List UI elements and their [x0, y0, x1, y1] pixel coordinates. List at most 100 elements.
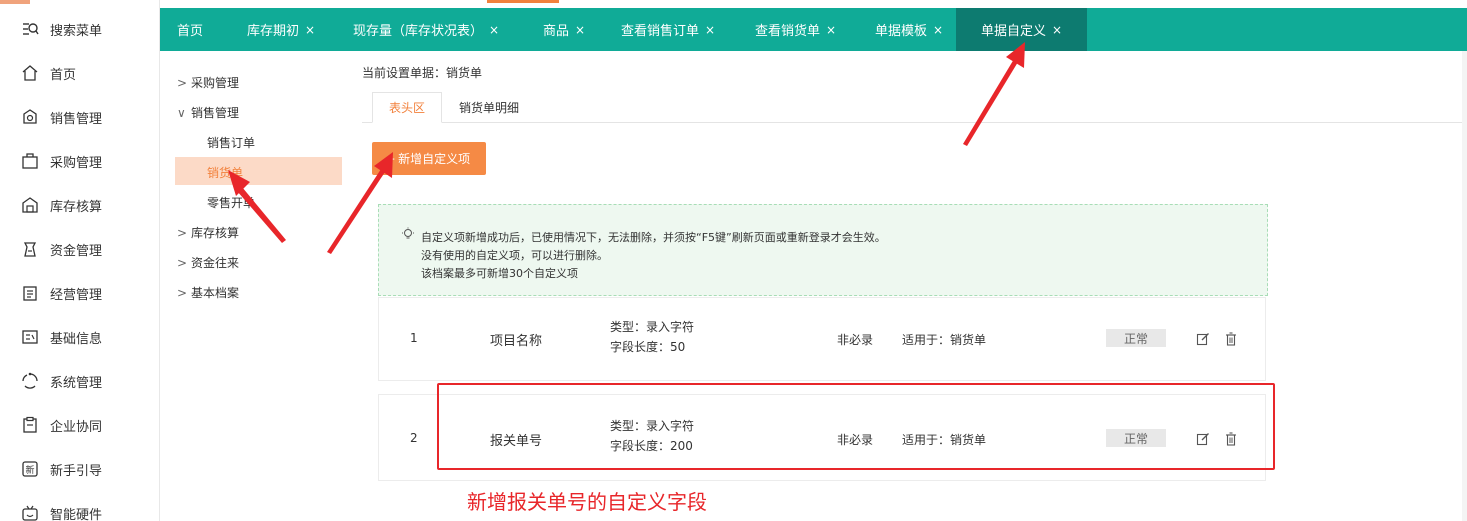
edit-icon[interactable]	[1196, 332, 1210, 346]
chevron-down-icon: ∨	[177, 106, 186, 120]
tree-label: 销售订单	[207, 136, 256, 150]
tab-view-delivery-note[interactable]: 查看销货单 ×	[755, 8, 836, 51]
sidebar-item-hardware[interactable]: 智能硬件	[0, 501, 159, 521]
tree-item-basic-archive[interactable]: > 基本档案	[177, 284, 239, 301]
tab-bar: 首页 库存期初 × 现存量（库存状况表） × 商品 × 查看销售订单 × 查看销…	[160, 8, 1467, 51]
field-applies-to: 适用于：销货单	[902, 333, 987, 347]
notice-line: 自定义项新增成功后，已使用情况下，无法删除，并须按“F5键”刷新页面或重新登录才…	[421, 231, 886, 244]
sidebar-item-operations[interactable]: 经营管理	[0, 281, 159, 305]
tree-item-retail[interactable]: 零售开单	[207, 194, 255, 211]
sidebar-item-label: 经营管理	[50, 287, 103, 303]
tree-item-delivery-note[interactable]: 销货单	[207, 164, 243, 181]
tree-item-funds[interactable]: > 资金往来	[177, 254, 239, 271]
tab-home[interactable]: 首页	[177, 8, 203, 51]
notice-line: 没有使用的自定义项，可以进行删除。	[421, 249, 608, 262]
tab-stock-status[interactable]: 现存量（库存状况表） ×	[353, 8, 499, 51]
chevron-right-icon: >	[177, 226, 188, 240]
close-icon[interactable]: ×	[933, 23, 943, 37]
left-sidebar: 搜索菜单 首页 销售管理 采购管理 库存核算 资金管理 经营管理 基础信息 系统…	[0, 0, 160, 521]
tab-view-sales-order[interactable]: 查看销售订单 ×	[621, 8, 715, 51]
sidebar-item-label: 资金管理	[50, 243, 103, 259]
tab-products[interactable]: 商品 ×	[543, 8, 585, 51]
tab-label: 首页	[177, 24, 204, 39]
sidebar-item-inventory[interactable]: 库存核算	[0, 193, 159, 217]
tree-item-purchase[interactable]: > 采购管理	[177, 74, 239, 91]
tab-label: 表头区	[388, 101, 425, 115]
sidebar-item-label: 首页	[50, 67, 77, 83]
hardware-icon	[22, 505, 38, 521]
close-icon[interactable]: ×	[575, 23, 585, 37]
tab-inventory-opening[interactable]: 库存期初 ×	[247, 8, 315, 51]
field-index: 1	[410, 331, 418, 345]
sidebar-item-funds[interactable]: 资金管理	[0, 237, 159, 261]
sidebar-item-sales[interactable]: 销售管理	[0, 105, 159, 129]
svg-text:新: 新	[25, 464, 34, 476]
close-icon[interactable]: ×	[489, 23, 499, 37]
tab-document-custom[interactable]: 单据自定义 ×	[956, 8, 1088, 51]
warehouse-icon	[22, 197, 38, 213]
tree-item-sales-order[interactable]: 销售订单	[207, 134, 255, 151]
sidebar-item-basic-info[interactable]: 基础信息	[0, 325, 159, 349]
system-icon	[22, 372, 38, 389]
tree-label: 销货单	[207, 166, 244, 180]
close-icon[interactable]: ×	[1052, 23, 1062, 37]
tree-label: 销售管理	[191, 106, 240, 120]
sidebar-item-label: 库存核算	[50, 199, 103, 215]
tab-label: 销货单明细	[458, 101, 519, 115]
app-window: 搜索菜单 首页 销售管理 采购管理 库存核算 资金管理 经营管理 基础信息 系统…	[0, 0, 1467, 521]
search-menu-icon	[23, 23, 39, 35]
sidebar-item-purchase[interactable]: 采购管理	[0, 149, 159, 173]
close-icon[interactable]: ×	[826, 23, 836, 37]
tree-selected-highlight	[175, 157, 342, 185]
sales-icon	[23, 109, 37, 124]
money-icon	[23, 242, 37, 257]
home-icon	[22, 65, 38, 81]
guide-icon: 新	[22, 461, 38, 477]
tree-label: 资金往来	[191, 256, 240, 270]
arrow-to-custom-tab	[963, 42, 1025, 146]
tab-document-template[interactable]: 单据模板 ×	[875, 8, 943, 51]
field-length: 字段长度：50	[610, 340, 686, 354]
sidebar-item-home[interactable]: 首页	[0, 61, 159, 85]
chevron-right-icon: >	[177, 286, 188, 300]
notice-box: 自定义项新增成功后，已使用情况下，无法删除，并须按“F5键”刷新页面或重新登录才…	[378, 204, 1268, 296]
tab-delivery-detail[interactable]: 销货单明细	[446, 92, 532, 123]
tab-header-area[interactable]: 表头区	[372, 92, 442, 123]
sidebar-item-label: 采购管理	[50, 155, 103, 171]
sidebar-item-search-menu[interactable]: 搜索菜单	[0, 17, 159, 41]
tab-label: 库存期初	[247, 24, 300, 39]
collab-icon	[23, 416, 37, 433]
sidebar-item-label: 基础信息	[50, 331, 103, 347]
chevron-right-icon: >	[177, 76, 188, 90]
add-custom-item-button[interactable]: + 新增自定义项	[372, 142, 486, 175]
tab-label: 查看销售订单	[621, 24, 700, 39]
tab-label: 查看销货单	[755, 24, 821, 39]
tree-item-sales[interactable]: ∨ 销售管理	[177, 104, 239, 121]
scrollbar-track[interactable]	[1462, 51, 1467, 521]
sidebar-item-label: 新手引导	[50, 463, 103, 479]
tab-label: 商品	[543, 24, 570, 39]
status-badge: 正常	[1106, 329, 1166, 347]
sidebar-item-label: 搜索菜单	[50, 23, 103, 39]
sidebar-item-label: 智能硬件	[50, 507, 103, 521]
annotation-caption: 新增报关单号的自定义字段	[467, 490, 707, 514]
sidebar-item-guide[interactable]: 新 新手引导	[0, 457, 159, 481]
lightbulb-icon	[402, 227, 414, 239]
sidebar-item-collaboration[interactable]: 企业协同	[0, 413, 159, 437]
tree-item-inventory[interactable]: > 库存核算	[177, 224, 239, 241]
id-card-icon	[22, 330, 38, 344]
tab-label: 单据模板	[875, 24, 928, 39]
close-icon[interactable]: ×	[305, 23, 315, 37]
close-icon[interactable]: ×	[705, 23, 715, 37]
chevron-right-icon: >	[177, 256, 188, 270]
tree-label: 零售开单	[207, 196, 256, 210]
sidebar-item-label: 销售管理	[50, 111, 103, 127]
delete-icon[interactable]	[1224, 332, 1238, 346]
custom-field-card: 1 项目名称 类型：录入字符 字段长度：50 非必录 适用于：销货单 正常	[378, 297, 1266, 381]
field-name: 项目名称	[490, 334, 543, 349]
annotation-highlight-box	[437, 383, 1275, 470]
field-required: 非必录	[837, 333, 874, 347]
sidebar-item-system[interactable]: 系统管理	[0, 369, 159, 393]
field-index: 2	[410, 431, 418, 445]
field-type: 类型：录入字符	[610, 320, 695, 334]
